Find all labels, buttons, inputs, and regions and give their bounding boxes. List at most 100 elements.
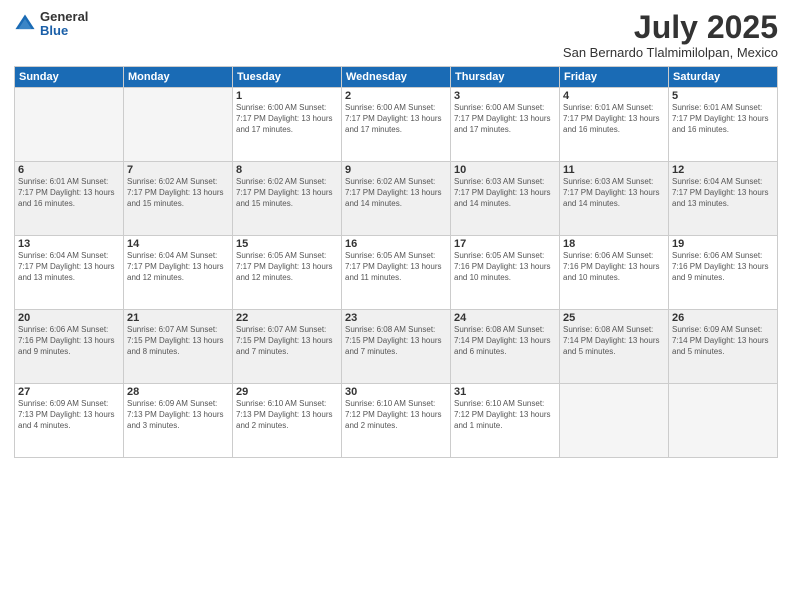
day-number: 8 — [236, 164, 338, 176]
day-info: Sunrise: 6:06 AM Sunset: 7:16 PM Dayligh… — [563, 251, 665, 283]
day-number: 28 — [127, 386, 229, 398]
day-number: 6 — [18, 164, 120, 176]
day-number: 30 — [345, 386, 447, 398]
day-info: Sunrise: 6:03 AM Sunset: 7:17 PM Dayligh… — [563, 177, 665, 209]
day-number: 7 — [127, 164, 229, 176]
day-info: Sunrise: 6:10 AM Sunset: 7:13 PM Dayligh… — [236, 399, 338, 431]
day-info: Sunrise: 6:04 AM Sunset: 7:17 PM Dayligh… — [127, 251, 229, 283]
day-info: Sunrise: 6:01 AM Sunset: 7:17 PM Dayligh… — [18, 177, 120, 209]
logo-general: General — [40, 10, 88, 24]
day-info: Sunrise: 6:05 AM Sunset: 7:16 PM Dayligh… — [454, 251, 556, 283]
day-info: Sunrise: 6:09 AM Sunset: 7:14 PM Dayligh… — [672, 325, 774, 357]
calendar-week-row: 13Sunrise: 6:04 AM Sunset: 7:17 PM Dayli… — [15, 236, 778, 310]
table-row: 8Sunrise: 6:02 AM Sunset: 7:17 PM Daylig… — [233, 162, 342, 236]
logo-text: General Blue — [40, 10, 88, 39]
day-number: 11 — [563, 164, 665, 176]
table-row: 9Sunrise: 6:02 AM Sunset: 7:17 PM Daylig… — [342, 162, 451, 236]
day-info: Sunrise: 6:00 AM Sunset: 7:17 PM Dayligh… — [345, 103, 447, 135]
table-row: 11Sunrise: 6:03 AM Sunset: 7:17 PM Dayli… — [560, 162, 669, 236]
calendar: Sunday Monday Tuesday Wednesday Thursday… — [14, 66, 778, 458]
day-number: 31 — [454, 386, 556, 398]
table-row: 3Sunrise: 6:00 AM Sunset: 7:17 PM Daylig… — [451, 88, 560, 162]
table-row: 5Sunrise: 6:01 AM Sunset: 7:17 PM Daylig… — [669, 88, 778, 162]
day-number: 20 — [18, 312, 120, 324]
table-row: 2Sunrise: 6:00 AM Sunset: 7:17 PM Daylig… — [342, 88, 451, 162]
table-row: 30Sunrise: 6:10 AM Sunset: 7:12 PM Dayli… — [342, 384, 451, 458]
col-saturday: Saturday — [669, 67, 778, 88]
day-info: Sunrise: 6:09 AM Sunset: 7:13 PM Dayligh… — [18, 399, 120, 431]
day-info: Sunrise: 6:07 AM Sunset: 7:15 PM Dayligh… — [236, 325, 338, 357]
day-number: 24 — [454, 312, 556, 324]
title-block: July 2025 San Bernardo Tlalmimilolpan, M… — [563, 10, 778, 60]
calendar-header-row: Sunday Monday Tuesday Wednesday Thursday… — [15, 67, 778, 88]
table-row: 21Sunrise: 6:07 AM Sunset: 7:15 PM Dayli… — [124, 310, 233, 384]
day-info: Sunrise: 6:01 AM Sunset: 7:17 PM Dayligh… — [672, 103, 774, 135]
day-number: 25 — [563, 312, 665, 324]
table-row: 22Sunrise: 6:07 AM Sunset: 7:15 PM Dayli… — [233, 310, 342, 384]
day-info: Sunrise: 6:02 AM Sunset: 7:17 PM Dayligh… — [127, 177, 229, 209]
day-number: 15 — [236, 238, 338, 250]
header: General Blue July 2025 San Bernardo Tlal… — [14, 10, 778, 60]
day-number: 4 — [563, 90, 665, 102]
table-row: 19Sunrise: 6:06 AM Sunset: 7:16 PM Dayli… — [669, 236, 778, 310]
day-number: 29 — [236, 386, 338, 398]
day-number: 3 — [454, 90, 556, 102]
page: General Blue July 2025 San Bernardo Tlal… — [0, 0, 792, 612]
day-number: 1 — [236, 90, 338, 102]
logo: General Blue — [14, 10, 88, 39]
day-info: Sunrise: 6:06 AM Sunset: 7:16 PM Dayligh… — [672, 251, 774, 283]
table-row: 24Sunrise: 6:08 AM Sunset: 7:14 PM Dayli… — [451, 310, 560, 384]
table-row: 16Sunrise: 6:05 AM Sunset: 7:17 PM Dayli… — [342, 236, 451, 310]
day-number: 18 — [563, 238, 665, 250]
day-number: 23 — [345, 312, 447, 324]
table-row: 10Sunrise: 6:03 AM Sunset: 7:17 PM Dayli… — [451, 162, 560, 236]
day-number: 26 — [672, 312, 774, 324]
table-row: 12Sunrise: 6:04 AM Sunset: 7:17 PM Dayli… — [669, 162, 778, 236]
table-row: 31Sunrise: 6:10 AM Sunset: 7:12 PM Dayli… — [451, 384, 560, 458]
table-row: 29Sunrise: 6:10 AM Sunset: 7:13 PM Dayli… — [233, 384, 342, 458]
table-row — [560, 384, 669, 458]
day-info: Sunrise: 6:09 AM Sunset: 7:13 PM Dayligh… — [127, 399, 229, 431]
table-row: 1Sunrise: 6:00 AM Sunset: 7:17 PM Daylig… — [233, 88, 342, 162]
day-info: Sunrise: 6:00 AM Sunset: 7:17 PM Dayligh… — [236, 103, 338, 135]
col-sunday: Sunday — [15, 67, 124, 88]
day-number: 16 — [345, 238, 447, 250]
day-number: 2 — [345, 90, 447, 102]
table-row: 13Sunrise: 6:04 AM Sunset: 7:17 PM Dayli… — [15, 236, 124, 310]
day-info: Sunrise: 6:02 AM Sunset: 7:17 PM Dayligh… — [236, 177, 338, 209]
day-info: Sunrise: 6:04 AM Sunset: 7:17 PM Dayligh… — [672, 177, 774, 209]
table-row — [15, 88, 124, 162]
table-row: 6Sunrise: 6:01 AM Sunset: 7:17 PM Daylig… — [15, 162, 124, 236]
col-tuesday: Tuesday — [233, 67, 342, 88]
day-number: 17 — [454, 238, 556, 250]
logo-icon — [14, 13, 36, 35]
table-row: 15Sunrise: 6:05 AM Sunset: 7:17 PM Dayli… — [233, 236, 342, 310]
table-row: 17Sunrise: 6:05 AM Sunset: 7:16 PM Dayli… — [451, 236, 560, 310]
col-friday: Friday — [560, 67, 669, 88]
table-row: 26Sunrise: 6:09 AM Sunset: 7:14 PM Dayli… — [669, 310, 778, 384]
day-number: 10 — [454, 164, 556, 176]
day-info: Sunrise: 6:04 AM Sunset: 7:17 PM Dayligh… — [18, 251, 120, 283]
calendar-week-row: 6Sunrise: 6:01 AM Sunset: 7:17 PM Daylig… — [15, 162, 778, 236]
day-number: 27 — [18, 386, 120, 398]
subtitle: San Bernardo Tlalmimilolpan, Mexico — [563, 45, 778, 60]
table-row — [124, 88, 233, 162]
calendar-week-row: 1Sunrise: 6:00 AM Sunset: 7:17 PM Daylig… — [15, 88, 778, 162]
day-number: 19 — [672, 238, 774, 250]
table-row: 28Sunrise: 6:09 AM Sunset: 7:13 PM Dayli… — [124, 384, 233, 458]
calendar-week-row: 27Sunrise: 6:09 AM Sunset: 7:13 PM Dayli… — [15, 384, 778, 458]
day-info: Sunrise: 6:10 AM Sunset: 7:12 PM Dayligh… — [454, 399, 556, 431]
day-info: Sunrise: 6:08 AM Sunset: 7:15 PM Dayligh… — [345, 325, 447, 357]
table-row: 23Sunrise: 6:08 AM Sunset: 7:15 PM Dayli… — [342, 310, 451, 384]
day-info: Sunrise: 6:03 AM Sunset: 7:17 PM Dayligh… — [454, 177, 556, 209]
calendar-week-row: 20Sunrise: 6:06 AM Sunset: 7:16 PM Dayli… — [15, 310, 778, 384]
day-info: Sunrise: 6:05 AM Sunset: 7:17 PM Dayligh… — [345, 251, 447, 283]
day-number: 21 — [127, 312, 229, 324]
day-number: 14 — [127, 238, 229, 250]
day-info: Sunrise: 6:02 AM Sunset: 7:17 PM Dayligh… — [345, 177, 447, 209]
table-row — [669, 384, 778, 458]
table-row: 25Sunrise: 6:08 AM Sunset: 7:14 PM Dayli… — [560, 310, 669, 384]
day-info: Sunrise: 6:10 AM Sunset: 7:12 PM Dayligh… — [345, 399, 447, 431]
day-number: 5 — [672, 90, 774, 102]
day-number: 22 — [236, 312, 338, 324]
